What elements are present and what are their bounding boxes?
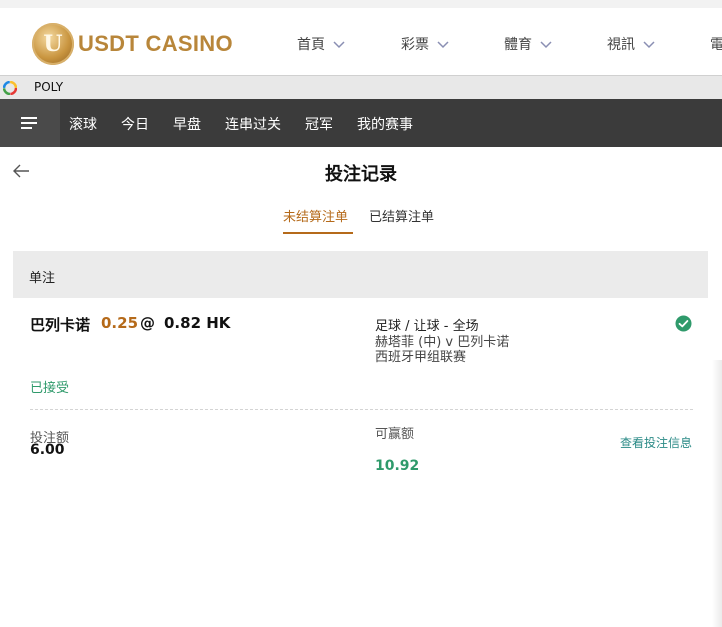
poly-logo-icon (3, 81, 17, 95)
bet-record-tabs: 未结算注单 已结算注单 (0, 206, 722, 236)
bet-at-symbol: @ (140, 314, 155, 332)
site-header: U USDT CASINO 首頁 彩票 體育 視訊 電 (0, 8, 722, 74)
poly-bar: POLY (0, 75, 722, 100)
tab-outright[interactable]: 冠军 (305, 114, 333, 134)
win-value: 10.92 (375, 458, 420, 474)
section-header: 单注 (13, 251, 708, 298)
tab-early[interactable]: 早盘 (173, 114, 201, 134)
bet-odds: 0.82 HK (164, 314, 231, 332)
tab-parlay[interactable]: 连串过关 (225, 114, 281, 134)
win-label: 可赢额 (375, 427, 415, 442)
chevron-down-icon (333, 41, 345, 49)
sports-nav: 滚球 今日 早盘 连串过关 冠军 我的赛事 (0, 99, 722, 147)
site-nav-sports[interactable]: 體育 (504, 34, 552, 54)
tab-my-events[interactable]: 我的赛事 (357, 114, 413, 134)
tab-in-play[interactable]: 滚球 (69, 114, 97, 134)
bet-status: 已接受 (30, 381, 70, 396)
check-circle-icon (675, 315, 692, 332)
page-title: 投注记录 (325, 164, 397, 185)
site-nav-label: 電 (710, 37, 722, 53)
site-nav-label: 視訊 (607, 37, 635, 53)
active-tab-indicator (283, 232, 353, 234)
site-nav-label: 體育 (504, 37, 532, 53)
view-bet-info-link[interactable]: 查看投注信息 (620, 434, 692, 451)
poly-label: POLY (34, 80, 64, 94)
tab-unsettled[interactable]: 未结算注单 (283, 206, 348, 225)
section-label: 单注 (29, 271, 56, 286)
hamburger-menu-icon[interactable] (0, 99, 60, 147)
stake-value: 6.00 (30, 442, 65, 458)
divider (30, 409, 693, 410)
edge-shadow (712, 360, 722, 627)
tab-settled[interactable]: 已结算注单 (369, 206, 434, 225)
tab-today[interactable]: 今日 (121, 114, 149, 134)
site-nav-live[interactable]: 視訊 (607, 34, 655, 54)
chevron-down-icon (540, 41, 552, 49)
site-nav-electronic[interactable]: 電 (710, 34, 722, 54)
site-nav-lottery[interactable]: 彩票 (401, 34, 449, 54)
site-nav-home[interactable]: 首頁 (297, 34, 345, 54)
top-gap (0, 0, 722, 8)
chevron-down-icon (643, 41, 655, 49)
bet-selection: 巴列卡诺 (30, 316, 91, 334)
site-nav-label: 首頁 (297, 37, 325, 53)
site-nav-label: 彩票 (401, 37, 429, 53)
bet-league: 西班牙甲组联赛 (375, 350, 467, 365)
bet-handicap: 0.25 (101, 314, 139, 332)
chevron-down-icon (437, 41, 449, 49)
site-nav: 首頁 彩票 體育 視訊 電 (0, 34, 722, 58)
